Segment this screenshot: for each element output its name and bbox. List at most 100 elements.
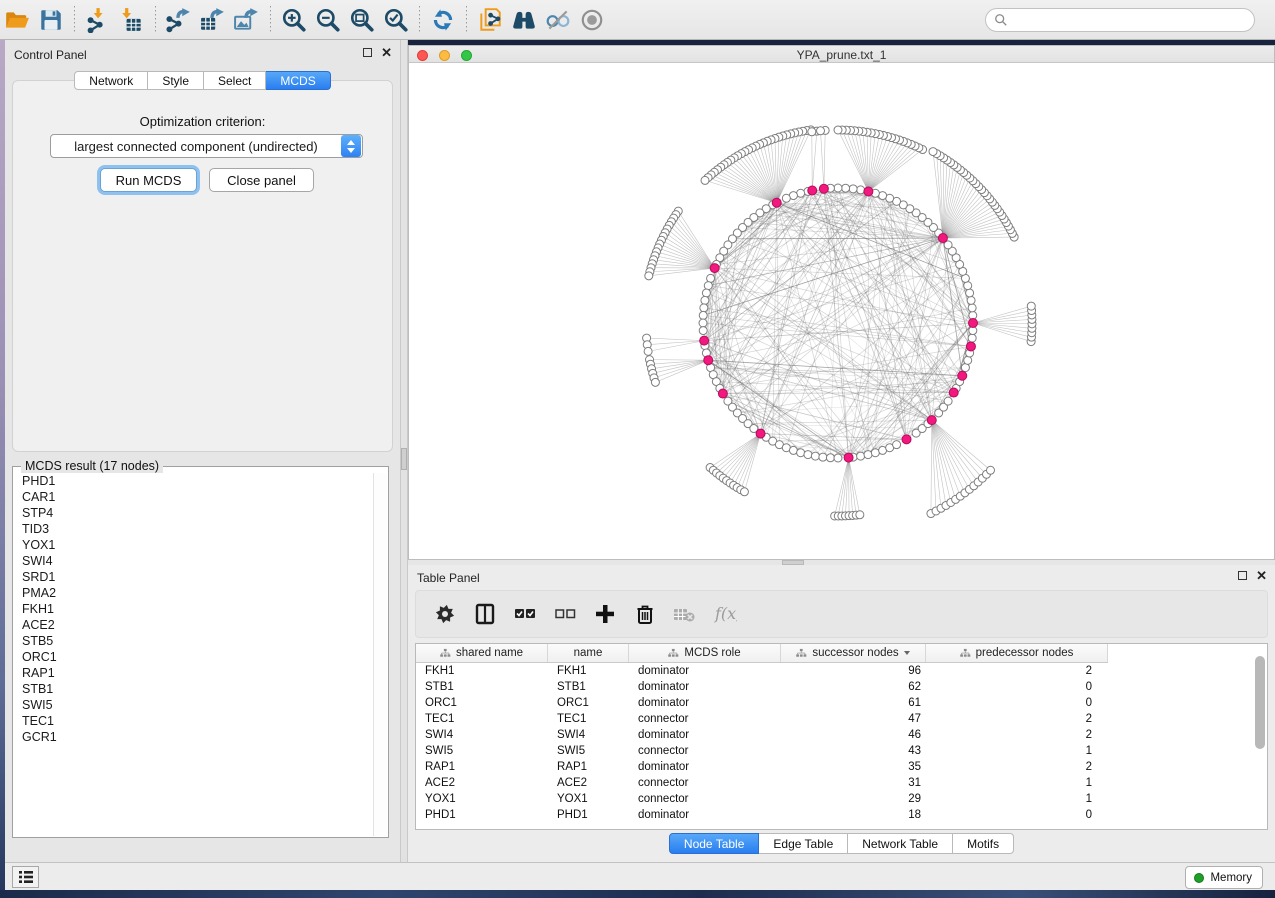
- list-item[interactable]: CAR1: [22, 489, 374, 505]
- leaf-node[interactable]: [644, 347, 652, 355]
- cell-name[interactable]: RAP1: [548, 761, 629, 773]
- table-row[interactable]: ORC1ORC1dominator610: [416, 695, 1267, 711]
- list-item[interactable]: YOX1: [22, 537, 374, 553]
- cell-shared-name[interactable]: YOX1: [416, 793, 548, 805]
- table-row[interactable]: TEC1TEC1connector472: [416, 711, 1267, 727]
- criterion-select[interactable]: largest connected component (undirected): [50, 134, 363, 158]
- open-folder-button[interactable]: [0, 5, 34, 35]
- list-item[interactable]: PMA2: [22, 585, 374, 601]
- cell-MCDS-role[interactable]: connector: [629, 745, 781, 757]
- mcds-hub-node[interactable]: [718, 389, 727, 398]
- ring-node[interactable]: [782, 194, 790, 202]
- cell-MCDS-role[interactable]: dominator: [629, 697, 781, 709]
- ring-node[interactable]: [701, 296, 709, 304]
- mcds-hub-node[interactable]: [938, 234, 947, 243]
- cell-shared-name[interactable]: TEC1: [416, 713, 548, 725]
- column-header-shared-name[interactable]: shared name: [416, 644, 548, 662]
- run-mcds-button[interactable]: Run MCDS: [100, 168, 197, 192]
- cell-name[interactable]: TEC1: [548, 713, 629, 725]
- table-row[interactable]: STB1STB1dominator620: [416, 679, 1267, 695]
- cell-name[interactable]: STB1: [548, 681, 629, 693]
- binoculars-button[interactable]: [507, 5, 541, 35]
- mcds-hub-node[interactable]: [927, 416, 936, 425]
- ring-node[interactable]: [700, 304, 708, 312]
- mcds-hub-node[interactable]: [819, 184, 828, 193]
- export-table-button[interactable]: [196, 5, 230, 35]
- save-button[interactable]: [34, 5, 68, 35]
- cell-MCDS-role[interactable]: dominator: [629, 681, 781, 693]
- leaf-node[interactable]: [740, 488, 748, 496]
- column-header-successor-nodes[interactable]: successor nodes: [781, 644, 926, 662]
- ring-node[interactable]: [968, 304, 976, 312]
- mcds-hub-node[interactable]: [966, 342, 975, 351]
- list-item[interactable]: PHD1: [22, 473, 374, 489]
- table-row[interactable]: SWI4SWI4dominator462: [416, 727, 1267, 743]
- leaf-node[interactable]: [987, 466, 995, 474]
- mcds-hub-node[interactable]: [700, 336, 709, 345]
- cell-successor-nodes[interactable]: 18: [781, 809, 926, 821]
- memory-button[interactable]: Memory: [1185, 866, 1263, 889]
- column-header-predecessor-nodes[interactable]: predecessor nodes: [926, 644, 1108, 662]
- leaf-node[interactable]: [834, 126, 842, 134]
- cell-MCDS-role[interactable]: connector: [629, 777, 781, 789]
- cell-successor-nodes[interactable]: 47: [781, 713, 926, 725]
- leaf-node[interactable]: [645, 272, 653, 280]
- leaf-node[interactable]: [651, 378, 659, 386]
- import-network-button[interactable]: [81, 5, 115, 35]
- tab-node-table[interactable]: Node Table: [669, 833, 760, 854]
- ring-node[interactable]: [704, 282, 712, 290]
- cell-shared-name[interactable]: PHD1: [416, 809, 548, 821]
- clone-network-button[interactable]: [473, 5, 507, 35]
- network-window-titlebar[interactable]: YPA_prune.txt_1: [409, 46, 1274, 63]
- cell-MCDS-role[interactable]: connector: [629, 793, 781, 805]
- cell-name[interactable]: SWI4: [548, 729, 629, 741]
- mcds-hub-node[interactable]: [704, 356, 713, 365]
- table-row[interactable]: YOX1YOX1connector291: [416, 791, 1267, 807]
- zoom-out-button[interactable]: [311, 5, 345, 35]
- delete-button[interactable]: [630, 598, 660, 630]
- table-row[interactable]: ACE2ACE2connector311: [416, 775, 1267, 791]
- ring-node[interactable]: [968, 334, 976, 342]
- mcds-hub-node[interactable]: [808, 186, 817, 195]
- cell-predecessor-nodes[interactable]: 2: [926, 713, 1108, 725]
- mcds-hub-node[interactable]: [958, 371, 967, 380]
- ring-node[interactable]: [857, 452, 865, 460]
- ring-node[interactable]: [893, 441, 901, 449]
- cell-predecessor-nodes[interactable]: 0: [926, 697, 1108, 709]
- list-item[interactable]: GCR1: [22, 729, 374, 745]
- float-icon[interactable]: [1238, 571, 1247, 580]
- list-item[interactable]: SRD1: [22, 569, 374, 585]
- float-icon[interactable]: [363, 48, 372, 57]
- ring-node[interactable]: [967, 296, 975, 304]
- ring-node[interactable]: [834, 454, 842, 462]
- tab-edge-table[interactable]: Edge Table: [759, 833, 848, 854]
- ring-node[interactable]: [699, 311, 707, 319]
- cell-shared-name[interactable]: SWI4: [416, 729, 548, 741]
- select-all-button[interactable]: [510, 598, 540, 630]
- cell-successor-nodes[interactable]: 46: [781, 729, 926, 741]
- ring-node[interactable]: [699, 327, 707, 335]
- cell-shared-name[interactable]: RAP1: [416, 761, 548, 773]
- zoom-in-button[interactable]: [277, 5, 311, 35]
- ring-node[interactable]: [702, 289, 710, 297]
- ring-node[interactable]: [857, 186, 865, 194]
- cell-shared-name[interactable]: FKH1: [416, 665, 548, 677]
- mcds-result-scrollbar[interactable]: [373, 473, 387, 836]
- gear-button[interactable]: [430, 598, 460, 630]
- search-box[interactable]: [985, 8, 1255, 32]
- mcds-hub-node[interactable]: [864, 187, 873, 196]
- cell-name[interactable]: SWI5: [548, 745, 629, 757]
- hide-glasses-button[interactable]: [541, 5, 575, 35]
- tab-network-table[interactable]: Network Table: [848, 833, 953, 854]
- cell-predecessor-nodes[interactable]: 1: [926, 745, 1108, 757]
- cell-MCDS-role[interactable]: dominator: [629, 809, 781, 821]
- table-row[interactable]: RAP1RAP1dominator352: [416, 759, 1267, 775]
- cell-successor-nodes[interactable]: 43: [781, 745, 926, 757]
- cell-name[interactable]: ACE2: [548, 777, 629, 789]
- cell-successor-nodes[interactable]: 62: [781, 681, 926, 693]
- cell-MCDS-role[interactable]: dominator: [629, 729, 781, 741]
- cell-predecessor-nodes[interactable]: 0: [926, 681, 1108, 693]
- cell-shared-name[interactable]: STB1: [416, 681, 548, 693]
- leaf-node[interactable]: [817, 127, 825, 135]
- ring-node[interactable]: [834, 184, 842, 192]
